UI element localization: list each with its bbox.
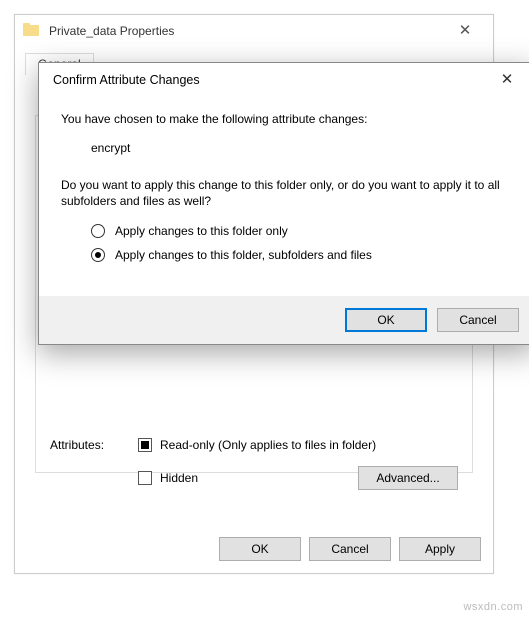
hidden-label: Hidden bbox=[160, 471, 350, 485]
radio-recursive-label: Apply changes to this folder, subfolders… bbox=[115, 248, 372, 262]
properties-title: Private_data Properties bbox=[49, 24, 174, 38]
radio-recursive-row[interactable]: Apply changes to this folder, subfolders… bbox=[91, 248, 513, 262]
properties-apply-button[interactable]: Apply bbox=[399, 537, 481, 561]
properties-button-row: OK Cancel Apply bbox=[15, 525, 493, 573]
radio-folder-only-label: Apply changes to this folder only bbox=[115, 224, 288, 238]
confirm-cancel-button[interactable]: Cancel bbox=[437, 308, 519, 332]
advanced-button[interactable]: Advanced... bbox=[358, 466, 458, 490]
confirm-question: Do you want to apply this change to this… bbox=[61, 177, 513, 209]
close-icon[interactable]: ✕ bbox=[445, 15, 485, 47]
close-icon[interactable]: ✕ bbox=[489, 67, 525, 93]
confirm-dialog: Confirm Attribute Changes ✕ You have cho… bbox=[38, 62, 529, 345]
watermark: wsxdn.com bbox=[463, 601, 523, 613]
folder-icon bbox=[23, 23, 39, 39]
attributes-label: Attributes: bbox=[50, 438, 138, 452]
readonly-checkbox[interactable] bbox=[138, 438, 152, 452]
hidden-checkbox[interactable] bbox=[138, 471, 152, 485]
properties-titlebar: Private_data Properties ✕ bbox=[15, 15, 493, 47]
confirm-change-value: encrypt bbox=[91, 141, 513, 155]
readonly-label: Read-only (Only applies to files in fold… bbox=[160, 438, 376, 452]
properties-cancel-button[interactable]: Cancel bbox=[309, 537, 391, 561]
confirm-titlebar: Confirm Attribute Changes ✕ bbox=[39, 63, 529, 97]
confirm-button-row: OK Cancel bbox=[39, 296, 529, 344]
confirm-title: Confirm Attribute Changes bbox=[53, 73, 200, 87]
radio-recursive[interactable] bbox=[91, 248, 105, 262]
confirm-intro: You have chosen to make the following at… bbox=[61, 111, 513, 127]
properties-ok-button[interactable]: OK bbox=[219, 537, 301, 561]
radio-folder-only-row[interactable]: Apply changes to this folder only bbox=[91, 224, 513, 238]
confirm-ok-button[interactable]: OK bbox=[345, 308, 427, 332]
radio-folder-only[interactable] bbox=[91, 224, 105, 238]
